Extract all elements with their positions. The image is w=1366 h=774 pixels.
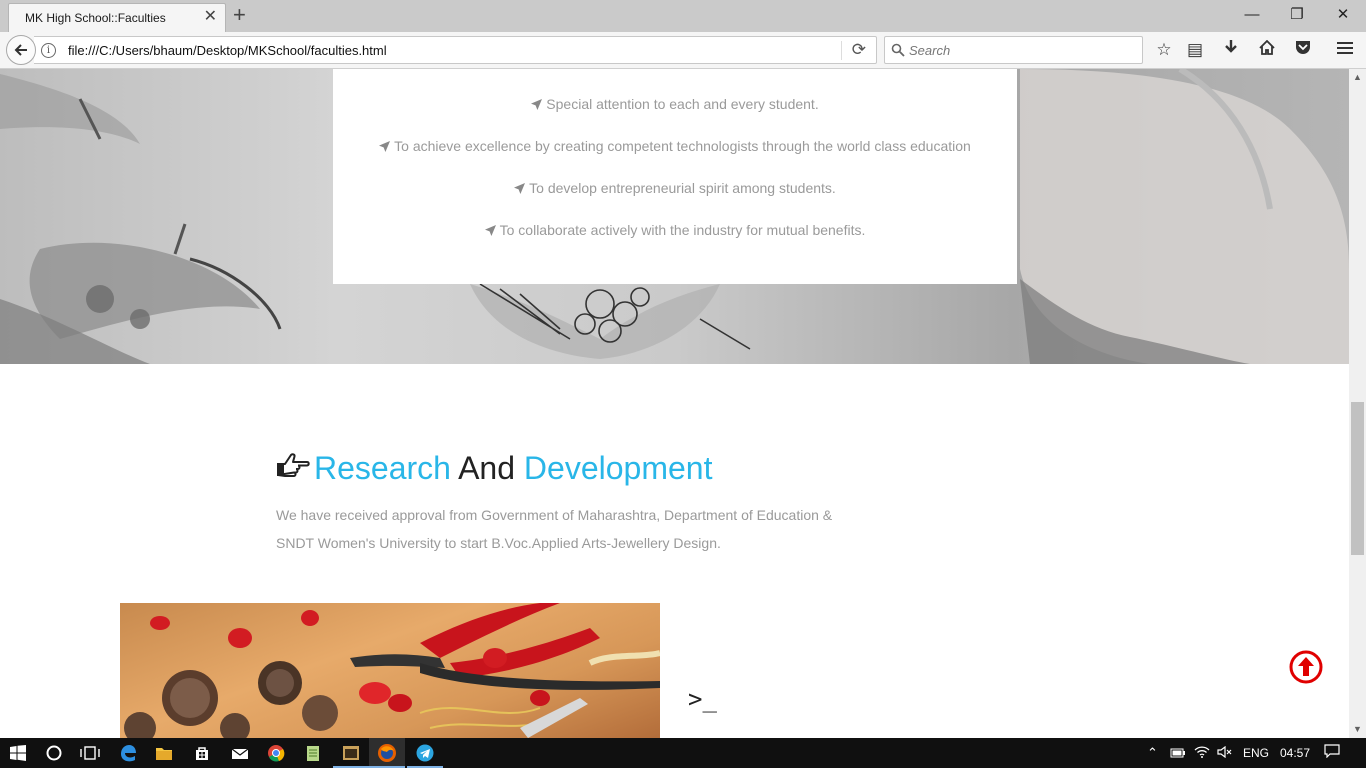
home-icon[interactable] (1255, 39, 1279, 63)
cortana-icon[interactable] (36, 738, 72, 768)
reload-icon[interactable]: ⟳ (852, 40, 866, 60)
mission-item: To develop entrepreneurial spirit among … (333, 180, 1017, 196)
edge-icon[interactable] (110, 738, 146, 768)
task-view-icon[interactable] (72, 738, 108, 768)
new-tab-button[interactable]: + (233, 4, 246, 26)
search-icon (891, 43, 905, 57)
scroll-thumb[interactable] (1351, 402, 1364, 555)
jewellery-tools-illustration (124, 603, 660, 738)
tab-title: MK High School::Faculties (25, 11, 166, 25)
wifi-icon[interactable] (1194, 738, 1210, 768)
minimize-button[interactable]: — (1237, 4, 1267, 26)
search-input[interactable] (909, 40, 1137, 60)
file-explorer-icon[interactable] (146, 738, 182, 768)
clock[interactable]: 04:57 (1280, 738, 1310, 768)
tab-faculties[interactable]: MK High School::Faculties ✕ (8, 3, 226, 32)
tray-chevron-icon[interactable]: ⌃ (1147, 738, 1158, 768)
location-arrow-icon (379, 141, 391, 152)
pocket-icon[interactable] (1291, 39, 1315, 63)
jewellery-tools-image (120, 603, 660, 738)
start-button[interactable] (0, 738, 36, 768)
restore-button[interactable]: ❐ (1282, 4, 1312, 26)
download-icon[interactable] (1219, 39, 1243, 63)
location-arrow-icon (531, 99, 543, 110)
address-bar[interactable]: i file:///C:/Users/bhaum/Desktop/MKSchoo… (34, 36, 877, 64)
tab-close-icon[interactable]: ✕ (204, 9, 217, 25)
site-info-icon[interactable]: i (41, 43, 56, 58)
star-icon[interactable]: ☆ (1152, 39, 1176, 63)
location-arrow-icon (484, 225, 496, 236)
action-center-icon[interactable] (1324, 738, 1340, 768)
reading-list-icon[interactable]: ▤ (1183, 39, 1207, 63)
navigation-toolbar: i file:///C:/Users/bhaum/Desktop/MKSchoo… (0, 32, 1366, 69)
rd-description: We have received approval from Governmen… (276, 507, 833, 551)
page-viewport: Special attention to each and every stud… (0, 69, 1349, 738)
vertical-scrollbar[interactable]: ▲ ▼ (1349, 69, 1366, 738)
language-indicator[interactable]: ENG (1243, 738, 1269, 768)
location-arrow-icon (514, 183, 526, 194)
back-button[interactable] (6, 35, 36, 65)
back-arrow-icon (14, 44, 27, 56)
telegram-icon[interactable] (407, 738, 443, 768)
rd-heading-word-and: And (458, 450, 516, 486)
mission-item: Special attention to each and every stud… (333, 96, 1017, 112)
rd-heading-word-development: Development (523, 450, 713, 486)
battery-icon[interactable] (1170, 738, 1186, 768)
volume-muted-icon[interactable] (1217, 738, 1233, 768)
tab-bar: MK High School::Faculties ✕ + — ❐ ✕ (0, 0, 1366, 32)
store-icon[interactable] (184, 738, 220, 768)
url-text[interactable]: file:///C:/Users/bhaum/Desktop/MKSchool/… (68, 43, 387, 58)
mission-text: To develop entrepreneurial spirit among … (529, 180, 836, 196)
windows-logo-icon (10, 745, 26, 761)
search-box[interactable] (884, 36, 1143, 64)
mission-item: To achieve excellence by creating compet… (333, 138, 1017, 154)
menu-icon[interactable] (1333, 39, 1357, 63)
mission-card: Special attention to each and every stud… (333, 69, 1017, 284)
rd-heading: Research And Development (276, 450, 712, 487)
scroll-down-arrow-icon[interactable]: ▼ (1349, 721, 1366, 738)
close-window-button[interactable]: ✕ (1328, 4, 1358, 26)
hand-pointer-icon (277, 453, 310, 477)
mission-item: To collaborate actively with the industr… (333, 222, 1017, 238)
windows-taskbar: ⌃ ENG 04:57 (0, 738, 1366, 768)
rd-heading-word-research: Research (314, 450, 451, 486)
mission-text: Special attention to each and every stud… (546, 96, 819, 112)
terminal-icon: >_ (688, 685, 717, 713)
mission-text: To collaborate actively with the industr… (499, 222, 866, 238)
mission-text: To achieve excellence by creating compet… (394, 138, 971, 154)
mail-icon[interactable] (222, 738, 258, 768)
notepad-icon[interactable] (295, 738, 331, 768)
firefox-icon[interactable] (369, 738, 405, 768)
url-divider (841, 41, 842, 60)
back-to-top-button[interactable] (1289, 650, 1323, 684)
chrome-icon[interactable] (258, 738, 294, 768)
app-window-icon[interactable] (333, 738, 369, 768)
scroll-up-arrow-icon[interactable]: ▲ (1349, 69, 1366, 86)
